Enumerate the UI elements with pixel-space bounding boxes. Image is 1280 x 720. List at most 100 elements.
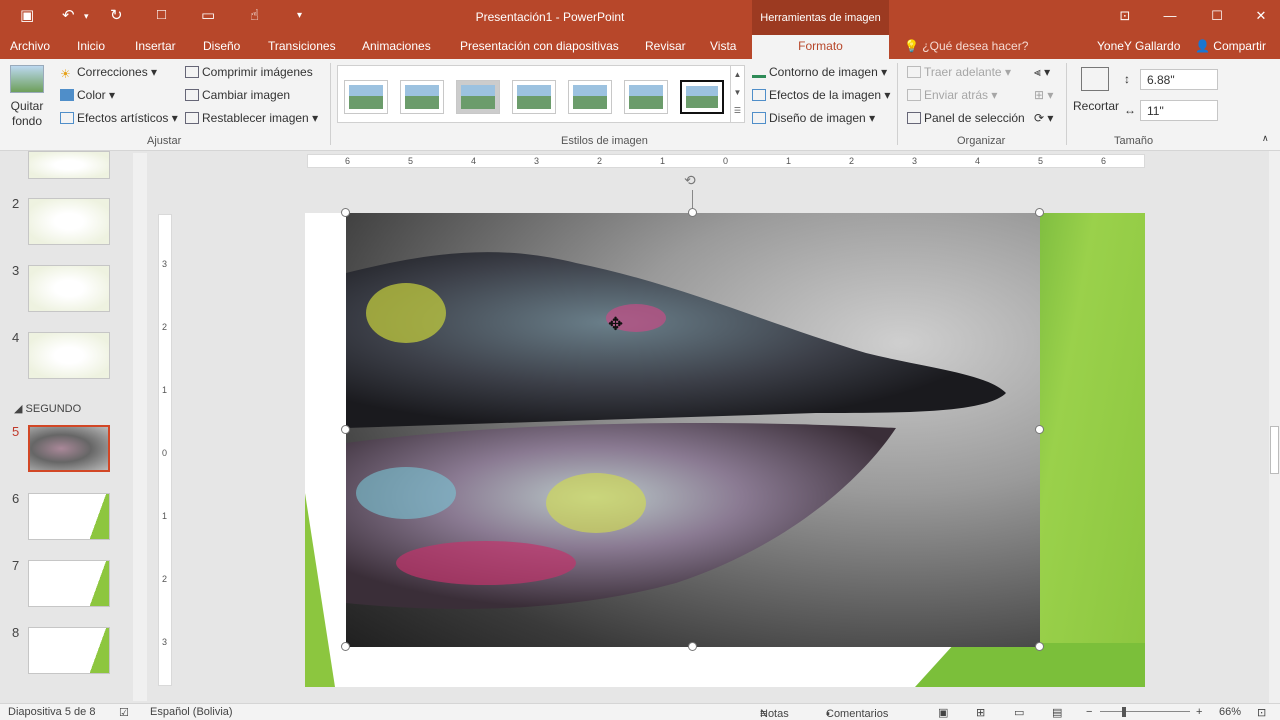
artistic-effects-button[interactable]: Efectos artísticos ▾ [60, 111, 178, 125]
picture-style-5[interactable] [568, 80, 612, 114]
color-button[interactable]: Color ▾ [60, 88, 115, 102]
tab-diseno[interactable]: Diseño [203, 39, 240, 53]
bring-forward-label: Traer adelante [924, 65, 1002, 79]
selected-picture[interactable] [346, 213, 1040, 647]
ribbon-display-icon[interactable]: ⊡ [1115, 8, 1135, 24]
slide-number: 4 [12, 330, 20, 345]
tab-insertar[interactable]: Insertar [135, 39, 176, 53]
picture-effects-button[interactable]: Efectos de la imagen ▾ [752, 88, 890, 102]
change-picture-button[interactable]: Cambiar imagen [185, 88, 290, 102]
user-name[interactable]: YoneY Gallardo [1097, 39, 1180, 53]
reading-view-icon[interactable]: ▭ [1014, 706, 1024, 719]
resize-handle-top-left[interactable] [341, 208, 350, 217]
tell-me-label: ¿Qué desea hacer? [922, 39, 1029, 53]
change-picture-icon [185, 89, 199, 101]
collapse-ribbon-icon[interactable]: ∧ [1262, 133, 1269, 144]
zoom-out-icon[interactable]: − [1086, 706, 1092, 718]
ruler-label: 6 [345, 156, 351, 166]
ruler-label: 0 [162, 448, 168, 458]
spellcheck-icon[interactable]: ☑ [119, 706, 129, 719]
bring-forward-icon [907, 66, 921, 78]
fit-slide-icon[interactable]: ⊡ [1257, 706, 1266, 719]
picture-style-6[interactable] [624, 80, 668, 114]
slide-thumbnail[interactable] [28, 151, 110, 179]
slide-thumbnail[interactable] [28, 493, 110, 540]
rotation-handle-line [692, 190, 693, 208]
compress-pictures-button[interactable]: Comprimir imágenes [185, 65, 313, 79]
tab-animaciones[interactable]: Animaciones [362, 39, 431, 53]
selection-pane-button[interactable]: Panel de selección [907, 111, 1025, 125]
slideshow-icon[interactable]: ▤ [1052, 706, 1062, 719]
slide-thumbnail-selected[interactable] [28, 425, 110, 472]
resize-handle-bottom-left[interactable] [341, 642, 350, 651]
picture-style-3[interactable] [456, 80, 500, 114]
tab-transiciones[interactable]: Transiciones [268, 39, 336, 53]
picture-border-label: Contorno de imagen [769, 65, 878, 79]
slide-sorter-icon[interactable]: ⊞ [976, 706, 985, 719]
bring-forward-button[interactable]: Traer adelante ▾ [907, 65, 1011, 79]
width-field[interactable]: 11" [1140, 100, 1218, 121]
language[interactable]: Español (Bolivia) [150, 706, 233, 718]
height-field[interactable]: 6.88" [1140, 69, 1218, 90]
tab-inicio[interactable]: Inicio [77, 39, 105, 53]
slide-thumbnail[interactable] [28, 332, 110, 379]
tab-vista[interactable]: Vista [710, 39, 736, 53]
tab-formato[interactable]: Formato [752, 35, 889, 59]
align-icon[interactable]: ⫷ ▾ [1034, 65, 1050, 80]
compress-label: Comprimir imágenes [202, 65, 313, 79]
corrections-button[interactable]: ☀ Correcciones ▾ [60, 65, 157, 81]
resize-handle-top[interactable] [688, 208, 697, 217]
ruler-label: 6 [1101, 156, 1107, 166]
picture-style-1[interactable] [344, 80, 388, 114]
zoom-in-icon[interactable]: + [1196, 706, 1202, 718]
tab-presentacion[interactable]: Presentación con diapositivas [460, 39, 619, 53]
maximize-icon[interactable]: ☐ [1207, 8, 1227, 24]
tell-me-search[interactable]: 💡 ¿Qué desea hacer? [904, 39, 1028, 53]
resize-handle-left[interactable] [341, 425, 350, 434]
resize-handle-bottom[interactable] [688, 642, 697, 651]
resize-handle-bottom-right[interactable] [1035, 642, 1044, 651]
minimize-icon[interactable]: — [1160, 8, 1180, 23]
picture-style-4[interactable] [512, 80, 556, 114]
remove-background-icon[interactable] [10, 65, 44, 93]
resize-handle-top-right[interactable] [1035, 208, 1044, 217]
group-label-ajustar: Ajustar [147, 135, 182, 147]
section-header[interactable]: ◢ SEGUNDO [14, 402, 81, 415]
border-pen-icon [752, 66, 766, 78]
normal-view-icon[interactable]: ▣ [938, 706, 948, 719]
send-backward-button[interactable]: Enviar atrás ▾ [907, 88, 997, 102]
picture-layout-button[interactable]: Diseño de imagen ▾ [752, 111, 875, 125]
rotate-icon[interactable]: ⟳ ▾ [1034, 111, 1053, 125]
scrollbar-thumb[interactable] [1270, 426, 1279, 474]
rotate-handle-icon[interactable]: ⟲ [684, 172, 696, 189]
slide-number: 7 [12, 558, 20, 573]
gallery-scroll[interactable]: ▲ ▼ ☰ [730, 66, 744, 122]
slide-thumbnail[interactable] [28, 560, 110, 607]
selection-pane-icon [907, 112, 921, 124]
resize-handle-right[interactable] [1035, 425, 1044, 434]
zoom-slider[interactable] [1100, 711, 1190, 712]
change-picture-label: Cambiar imagen [202, 88, 291, 102]
remove-background-button[interactable]: Quitar fondo [9, 99, 45, 129]
reset-picture-button[interactable]: Restablecer imagen ▾ [185, 111, 318, 125]
picture-border-button[interactable]: Contorno de imagen ▾ [752, 65, 887, 79]
slide-scrollbar[interactable] [1269, 151, 1280, 703]
picture-style-7[interactable] [680, 80, 724, 114]
tab-revisar[interactable]: Revisar [645, 39, 686, 53]
zoom-level[interactable]: 66% [1219, 706, 1241, 718]
ruler-label: 3 [162, 259, 168, 269]
group-icon[interactable]: ⊞ ▾ [1034, 88, 1053, 102]
slide-thumbnail[interactable] [28, 198, 110, 245]
crop-icon[interactable] [1081, 67, 1109, 91]
picture-style-2[interactable] [400, 80, 444, 114]
close-icon[interactable]: ✕ [1251, 8, 1271, 24]
slide-thumbnail[interactable] [28, 265, 110, 312]
picture-layout-label: Diseño de imagen [769, 111, 866, 125]
slide-thumbnail[interactable] [28, 627, 110, 674]
slides-scrollbar[interactable] [133, 153, 147, 701]
tab-archivo[interactable]: Archivo [10, 39, 50, 53]
artistic-effects-icon [60, 112, 74, 124]
crop-button[interactable]: Recortar [1073, 99, 1119, 113]
zoom-slider-thumb[interactable] [1122, 707, 1126, 717]
share-button[interactable]: 👤 Compartir [1195, 39, 1266, 53]
